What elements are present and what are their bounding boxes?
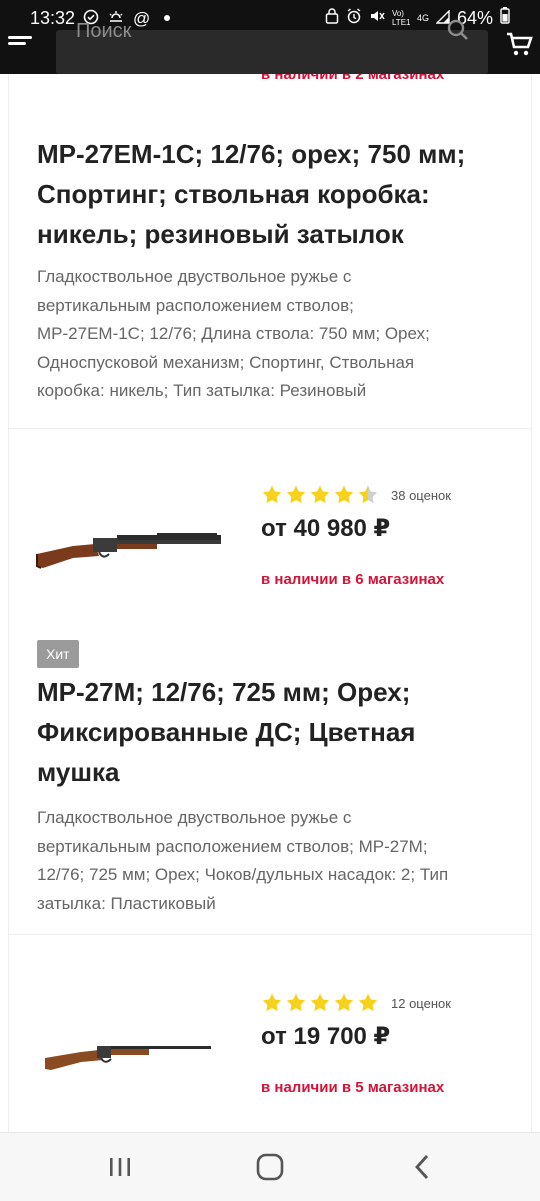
product-list: в наличии в 2 магазинах МР-27ЕМ-1С; 12/7… — [8, 74, 532, 1132]
search-icon[interactable] — [446, 18, 470, 47]
product-card-3-info: 12 оценок от 19 700 ₽ в наличии в 5 мага… — [261, 992, 521, 1096]
description-line: коробка: никель; Тип затылка: Резиновый — [37, 381, 367, 400]
product-description: Гладкоствольное двуствольное ружье с вер… — [37, 263, 517, 406]
back-icon[interactable] — [412, 1153, 432, 1186]
vpn-lock-icon — [325, 7, 339, 29]
star-icon — [358, 993, 378, 1012]
status-time: 13:32 — [30, 7, 76, 28]
product-image[interactable] — [41, 1036, 221, 1076]
data-4g-label: 4G — [416, 13, 429, 23]
description-line: Гладкоствольное двуствольное ружье с — [37, 267, 352, 286]
title-line: Фиксированные ДС; Цветная — [37, 717, 416, 747]
rating-stars — [261, 992, 379, 1014]
menu-icon[interactable] — [8, 36, 38, 66]
cart-icon[interactable] — [504, 30, 536, 62]
availability-text[interactable]: в наличии в 5 магазинах — [261, 1079, 521, 1096]
network-label: Vo) LTE1 — [391, 9, 411, 27]
card-divider — [9, 428, 531, 429]
star-icon — [310, 485, 330, 504]
product-price: от 19 700 ₽ — [261, 1023, 391, 1050]
star-icon — [286, 993, 306, 1012]
description-line: 12/76; 725 мм; Орех; Чоков/дульных насад… — [37, 865, 449, 884]
availability-text[interactable]: в наличии в 6 магазинах — [261, 571, 521, 588]
rating-count[interactable]: 12 оценок — [391, 996, 451, 1011]
notification-dot-icon — [164, 15, 171, 21]
recents-icon[interactable] — [108, 1155, 132, 1184]
search-input[interactable]: Поиск — [56, 19, 488, 74]
star-icon — [334, 993, 354, 1012]
description-line: вертикальным расположением стволов; МР-2… — [37, 836, 428, 856]
title-line: МР-27М; 12/76; 725 мм; Орех; — [37, 677, 411, 707]
title-line: МР-27ЕМ-1С; 12/76; орех; 750 мм; — [37, 139, 466, 169]
description-line: Односпусковой механизм; Спортинг, Стволь… — [37, 352, 415, 372]
product-price: от 40 980 ₽ — [261, 515, 391, 542]
rating-count[interactable]: 38 оценок — [391, 488, 451, 503]
product-image[interactable] — [33, 524, 223, 574]
product-title[interactable]: МР-27ЕМ-1С; 12/76; орех; 750 мм; Спортин… — [37, 134, 517, 254]
system-nav-bar — [0, 1132, 540, 1201]
star-icon — [358, 485, 378, 504]
card-divider — [9, 934, 531, 935]
star-icon — [286, 485, 306, 504]
product-card-1-body[interactable]: МР-27ЕМ-1С; 12/76; орех; 750 мм; Спортин… — [37, 134, 517, 406]
app-header: Поиск — [0, 19, 540, 74]
search-placeholder: Поиск — [76, 20, 132, 42]
star-icon — [334, 485, 354, 504]
battery-icon — [500, 7, 510, 29]
description-line: затылка: Пластиковый — [37, 893, 216, 913]
product-title[interactable]: МР-27М; 12/76; 725 мм; Орех; Фиксированн… — [37, 672, 517, 792]
star-icon — [262, 485, 282, 504]
description-line: вертикальным расположением стволов; — [37, 295, 354, 315]
description-line: МР-27ЕМ-1С; 12/76; Длина ствола: 750 мм;… — [37, 324, 430, 343]
availability-text[interactable]: в наличии в 2 магазинах — [261, 74, 444, 83]
title-line: мушка — [37, 757, 120, 787]
product-card-2-info: 38 оценок от 40 980 ₽ в наличии в 6 мага… — [261, 484, 521, 588]
product-description: Гладкоствольное двуствольное ружье с вер… — [37, 804, 517, 918]
at-sign-icon: @ — [133, 8, 151, 28]
mute-icon — [369, 8, 385, 29]
title-line: никель; резиновый затылок — [37, 219, 404, 249]
product-card-2-body[interactable]: МР-27М; 12/76; 725 мм; Орех; Фиксированн… — [37, 672, 517, 918]
alarm-icon — [346, 7, 362, 29]
title-line: Спортинг; ствольная коробка: — [37, 179, 430, 209]
star-icon — [310, 993, 330, 1012]
rating-stars — [261, 484, 379, 506]
home-icon[interactable] — [256, 1153, 284, 1186]
description-line: Гладкоствольное двуствольное ружье с — [37, 808, 352, 827]
hit-badge: Хит — [37, 640, 79, 668]
star-icon — [262, 993, 282, 1012]
